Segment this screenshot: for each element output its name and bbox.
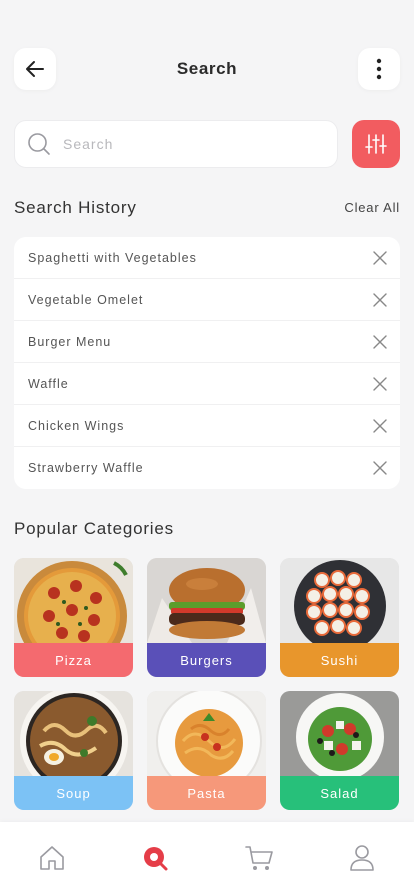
search-bar (14, 120, 338, 168)
pizza-image (14, 558, 133, 643)
popular-categories-title: Popular Categories (14, 519, 174, 538)
category-card-salad[interactable]: Salad (280, 691, 399, 810)
history-item[interactable]: Vegetable Omelet (14, 279, 400, 321)
category-card-burgers[interactable]: Burgers (147, 558, 266, 677)
close-icon[interactable] (373, 292, 387, 307)
search-icon (144, 847, 168, 871)
more-vertical-icon (376, 58, 382, 80)
category-card-pizza[interactable]: Pizza (14, 558, 133, 677)
category-label: Burgers (147, 643, 266, 677)
bottom-navigation (0, 822, 414, 896)
profile-icon (350, 845, 375, 871)
history-item-label: Strawberry Waffle (28, 461, 144, 475)
nav-search[interactable] (125, 828, 185, 888)
search-icon (28, 133, 50, 155)
close-icon[interactable] (373, 418, 387, 433)
sushi-image (280, 558, 399, 643)
close-icon[interactable] (373, 376, 387, 391)
history-item[interactable]: Strawberry Waffle (14, 447, 400, 489)
history-item-label: Waffle (28, 376, 69, 391)
cart-icon (244, 846, 273, 870)
nav-home[interactable] (22, 828, 82, 888)
history-item-label: Burger Menu (28, 334, 112, 349)
history-item[interactable]: Spaghetti with Vegetables (14, 237, 400, 279)
category-label: Pasta (147, 776, 266, 810)
close-icon[interactable] (373, 250, 387, 265)
home-icon (39, 846, 64, 870)
category-label: Sushi (280, 643, 399, 677)
nav-profile[interactable] (332, 828, 392, 888)
history-item-label: Spaghetti with Vegetables (28, 250, 197, 265)
page-title: Search (176, 59, 238, 78)
top-bar: Search (0, 0, 414, 110)
more-options-button[interactable] (358, 48, 400, 90)
category-card-pasta[interactable]: Pasta (147, 691, 266, 810)
nav-cart[interactable] (229, 828, 289, 888)
history-item-label: Vegetable Omelet (28, 292, 144, 307)
search-history-title: Search History (14, 198, 137, 217)
history-item[interactable]: Waffle (14, 363, 400, 405)
sliders-icon (365, 134, 387, 154)
close-icon[interactable] (373, 334, 387, 349)
category-card-soup[interactable]: Soup (14, 691, 133, 810)
history-item[interactable]: Chicken Wings (14, 405, 400, 447)
filter-button[interactable] (352, 120, 400, 168)
category-label: Pizza (14, 643, 133, 677)
search-history-list: Spaghetti with Vegetables Vegetable Omel… (14, 237, 400, 489)
category-label: Salad (280, 776, 399, 810)
history-item-label: Chicken Wings (28, 418, 125, 433)
category-grid: Pizza Burgers Sushi Soup Pasta Salad (14, 558, 400, 810)
search-input[interactable] (63, 136, 303, 152)
close-icon[interactable] (373, 461, 387, 475)
pasta-image (147, 691, 266, 776)
history-item[interactable]: Burger Menu (14, 321, 400, 363)
soup-image (14, 691, 133, 776)
salad-image (280, 691, 399, 776)
category-card-sushi[interactable]: Sushi (280, 558, 399, 677)
burger-image (147, 558, 266, 643)
clear-all-button[interactable]: Clear All (344, 200, 400, 215)
category-label: Soup (14, 776, 133, 810)
